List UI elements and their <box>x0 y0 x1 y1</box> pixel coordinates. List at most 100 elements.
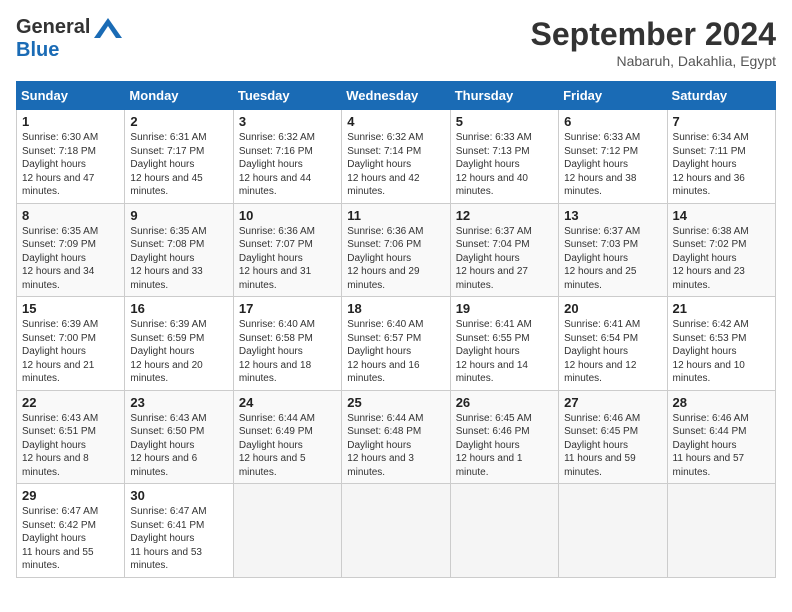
calendar-cell: 2 Sunrise: 6:31 AM Sunset: 7:17 PM Dayli… <box>125 110 233 204</box>
day-number: 21 <box>673 301 770 316</box>
calendar-cell <box>342 484 450 578</box>
day-info: Sunrise: 6:47 AM Sunset: 6:41 PM Dayligh… <box>130 505 227 573</box>
day-info: Sunrise: 6:40 AM Sunset: 6:58 PM Dayligh… <box>239 318 336 386</box>
calendar-cell <box>559 484 667 578</box>
calendar-cell: 5 Sunrise: 6:33 AM Sunset: 7:13 PM Dayli… <box>450 110 558 204</box>
day-number: 3 <box>239 114 336 129</box>
day-number: 12 <box>456 208 553 223</box>
day-number: 24 <box>239 395 336 410</box>
day-number: 22 <box>22 395 119 410</box>
calendar-cell: 15 Sunrise: 6:39 AM Sunset: 7:00 PM Dayl… <box>17 297 125 391</box>
month-title: September 2024 <box>531 16 776 53</box>
calendar-cell <box>667 484 775 578</box>
calendar-cell: 28 Sunrise: 6:46 AM Sunset: 6:44 PM Dayl… <box>667 390 775 484</box>
logo: General Blue <box>16 16 122 62</box>
day-info: Sunrise: 6:33 AM Sunset: 7:12 PM Dayligh… <box>564 131 661 199</box>
calendar-cell: 22 Sunrise: 6:43 AM Sunset: 6:51 PM Dayl… <box>17 390 125 484</box>
day-info: Sunrise: 6:35 AM Sunset: 7:08 PM Dayligh… <box>130 225 227 293</box>
day-info: Sunrise: 6:41 AM Sunset: 6:54 PM Dayligh… <box>564 318 661 386</box>
day-info: Sunrise: 6:42 AM Sunset: 6:53 PM Dayligh… <box>673 318 770 386</box>
day-info: Sunrise: 6:39 AM Sunset: 6:59 PM Dayligh… <box>130 318 227 386</box>
calendar-cell: 8 Sunrise: 6:35 AM Sunset: 7:09 PM Dayli… <box>17 203 125 297</box>
day-number: 10 <box>239 208 336 223</box>
day-number: 20 <box>564 301 661 316</box>
day-number: 28 <box>673 395 770 410</box>
day-info: Sunrise: 6:43 AM Sunset: 6:51 PM Dayligh… <box>22 412 119 480</box>
calendar-cell: 3 Sunrise: 6:32 AM Sunset: 7:16 PM Dayli… <box>233 110 341 204</box>
day-number: 18 <box>347 301 444 316</box>
day-number: 15 <box>22 301 119 316</box>
calendar-table: SundayMondayTuesdayWednesdayThursdayFrid… <box>16 81 776 578</box>
day-info: Sunrise: 6:45 AM Sunset: 6:46 PM Dayligh… <box>456 412 553 480</box>
day-info: Sunrise: 6:40 AM Sunset: 6:57 PM Dayligh… <box>347 318 444 386</box>
col-header-saturday: Saturday <box>667 82 775 110</box>
day-info: Sunrise: 6:39 AM Sunset: 7:00 PM Dayligh… <box>22 318 119 386</box>
day-number: 7 <box>673 114 770 129</box>
day-number: 17 <box>239 301 336 316</box>
calendar-cell: 7 Sunrise: 6:34 AM Sunset: 7:11 PM Dayli… <box>667 110 775 204</box>
calendar-cell <box>233 484 341 578</box>
calendar-week-row: 22 Sunrise: 6:43 AM Sunset: 6:51 PM Dayl… <box>17 390 776 484</box>
col-header-wednesday: Wednesday <box>342 82 450 110</box>
day-number: 19 <box>456 301 553 316</box>
calendar-cell: 11 Sunrise: 6:36 AM Sunset: 7:06 PM Dayl… <box>342 203 450 297</box>
day-info: Sunrise: 6:32 AM Sunset: 7:14 PM Dayligh… <box>347 131 444 199</box>
calendar-cell: 29 Sunrise: 6:47 AM Sunset: 6:42 PM Dayl… <box>17 484 125 578</box>
title-area: September 2024 Nabaruh, Dakahlia, Egypt <box>531 16 776 69</box>
day-number: 9 <box>130 208 227 223</box>
calendar-cell: 26 Sunrise: 6:45 AM Sunset: 6:46 PM Dayl… <box>450 390 558 484</box>
day-number: 6 <box>564 114 661 129</box>
calendar-week-row: 8 Sunrise: 6:35 AM Sunset: 7:09 PM Dayli… <box>17 203 776 297</box>
day-info: Sunrise: 6:34 AM Sunset: 7:11 PM Dayligh… <box>673 131 770 199</box>
calendar-cell: 9 Sunrise: 6:35 AM Sunset: 7:08 PM Dayli… <box>125 203 233 297</box>
calendar-cell: 18 Sunrise: 6:40 AM Sunset: 6:57 PM Dayl… <box>342 297 450 391</box>
day-info: Sunrise: 6:31 AM Sunset: 7:17 PM Dayligh… <box>130 131 227 199</box>
day-number: 26 <box>456 395 553 410</box>
day-number: 14 <box>673 208 770 223</box>
calendar-cell: 24 Sunrise: 6:44 AM Sunset: 6:49 PM Dayl… <box>233 390 341 484</box>
day-info: Sunrise: 6:33 AM Sunset: 7:13 PM Dayligh… <box>456 131 553 199</box>
col-header-friday: Friday <box>559 82 667 110</box>
logo-icon <box>94 18 122 38</box>
day-number: 4 <box>347 114 444 129</box>
day-info: Sunrise: 6:46 AM Sunset: 6:44 PM Dayligh… <box>673 412 770 480</box>
location-subtitle: Nabaruh, Dakahlia, Egypt <box>531 53 776 69</box>
day-number: 29 <box>22 488 119 503</box>
calendar-cell: 25 Sunrise: 6:44 AM Sunset: 6:48 PM Dayl… <box>342 390 450 484</box>
day-info: Sunrise: 6:37 AM Sunset: 7:03 PM Dayligh… <box>564 225 661 293</box>
day-number: 16 <box>130 301 227 316</box>
day-number: 25 <box>347 395 444 410</box>
day-number: 23 <box>130 395 227 410</box>
day-info: Sunrise: 6:41 AM Sunset: 6:55 PM Dayligh… <box>456 318 553 386</box>
logo-general-text: General <box>16 16 90 39</box>
day-info: Sunrise: 6:44 AM Sunset: 6:49 PM Dayligh… <box>239 412 336 480</box>
calendar-cell: 6 Sunrise: 6:33 AM Sunset: 7:12 PM Dayli… <box>559 110 667 204</box>
day-info: Sunrise: 6:44 AM Sunset: 6:48 PM Dayligh… <box>347 412 444 480</box>
calendar-week-row: 29 Sunrise: 6:47 AM Sunset: 6:42 PM Dayl… <box>17 484 776 578</box>
day-info: Sunrise: 6:30 AM Sunset: 7:18 PM Dayligh… <box>22 131 119 199</box>
col-header-thursday: Thursday <box>450 82 558 110</box>
col-header-sunday: Sunday <box>17 82 125 110</box>
calendar-cell: 27 Sunrise: 6:46 AM Sunset: 6:45 PM Dayl… <box>559 390 667 484</box>
day-info: Sunrise: 6:35 AM Sunset: 7:09 PM Dayligh… <box>22 225 119 293</box>
col-header-tuesday: Tuesday <box>233 82 341 110</box>
calendar-cell: 4 Sunrise: 6:32 AM Sunset: 7:14 PM Dayli… <box>342 110 450 204</box>
day-info: Sunrise: 6:37 AM Sunset: 7:04 PM Dayligh… <box>456 225 553 293</box>
calendar-week-row: 15 Sunrise: 6:39 AM Sunset: 7:00 PM Dayl… <box>17 297 776 391</box>
day-number: 27 <box>564 395 661 410</box>
calendar-cell: 10 Sunrise: 6:36 AM Sunset: 7:07 PM Dayl… <box>233 203 341 297</box>
day-number: 5 <box>456 114 553 129</box>
calendar-cell: 23 Sunrise: 6:43 AM Sunset: 6:50 PM Dayl… <box>125 390 233 484</box>
day-number: 13 <box>564 208 661 223</box>
day-info: Sunrise: 6:32 AM Sunset: 7:16 PM Dayligh… <box>239 131 336 199</box>
calendar-cell: 19 Sunrise: 6:41 AM Sunset: 6:55 PM Dayl… <box>450 297 558 391</box>
calendar-cell: 13 Sunrise: 6:37 AM Sunset: 7:03 PM Dayl… <box>559 203 667 297</box>
calendar-cell: 17 Sunrise: 6:40 AM Sunset: 6:58 PM Dayl… <box>233 297 341 391</box>
calendar-cell: 16 Sunrise: 6:39 AM Sunset: 6:59 PM Dayl… <box>125 297 233 391</box>
calendar-cell: 20 Sunrise: 6:41 AM Sunset: 6:54 PM Dayl… <box>559 297 667 391</box>
day-number: 1 <box>22 114 119 129</box>
calendar-cell: 21 Sunrise: 6:42 AM Sunset: 6:53 PM Dayl… <box>667 297 775 391</box>
day-number: 30 <box>130 488 227 503</box>
day-info: Sunrise: 6:43 AM Sunset: 6:50 PM Dayligh… <box>130 412 227 480</box>
calendar-header-row: SundayMondayTuesdayWednesdayThursdayFrid… <box>17 82 776 110</box>
